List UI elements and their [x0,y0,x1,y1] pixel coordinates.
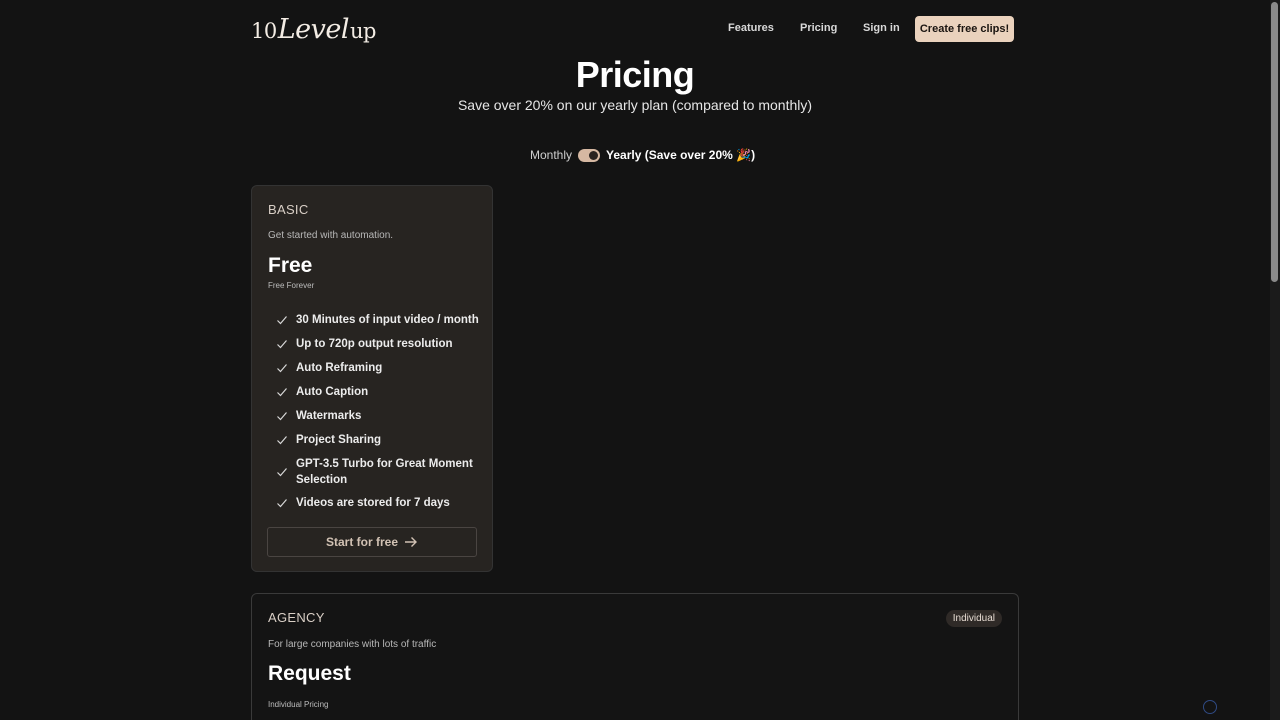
billing-toggle: Monthly Yearly (Save over 20% 🎉) [530,146,755,164]
page-subtitle: Save over 20% on our yearly plan (compar… [457,97,813,113]
yearly-label[interactable]: Yearly (Save over 20% 🎉) [606,148,755,162]
logo-prefix: 10 [251,19,277,43]
feature-item: 30 Minutes of input video / month [276,308,486,332]
plan-name: AGENCY [268,610,325,625]
chat-widget-icon[interactable] [1203,700,1217,714]
check-icon [277,436,287,445]
start-for-free-button[interactable]: Start for free [267,527,477,557]
scrollbar-thumb[interactable] [1271,2,1278,282]
check-icon [277,340,287,349]
plan-price-note: Free Forever [268,281,315,290]
feature-text: Videos are stored for 7 days [296,497,450,509]
brand-logo[interactable]: 10 Level up [251,14,376,45]
plan-price: Request [268,662,351,685]
arrow-right-icon [405,537,418,547]
nav-link-sign-in[interactable]: Sign in [863,22,900,34]
check-icon [277,316,287,325]
monthly-label[interactable]: Monthly [530,148,572,162]
feature-item: Watermarks [276,404,486,428]
feature-text: Watermarks [296,410,362,422]
check-icon [277,364,287,373]
create-free-clips-button[interactable]: Create free clips! [915,16,1014,42]
check-icon [277,388,287,397]
nav-link-pricing[interactable]: Pricing [800,22,837,34]
plan-price: Free [268,254,313,277]
feature-text: Project Sharing [296,434,381,446]
logo-suffix: up [350,19,376,43]
plan-badge: Individual [945,610,1002,627]
scrollbar[interactable] [1270,0,1280,720]
feature-text: 30 Minutes of input video / month [296,314,479,326]
page-title: Pricing [575,54,695,95]
feature-list: 30 Minutes of input video / month Up to … [276,308,486,515]
start-button-label: Start for free [325,535,399,549]
feature-item: GPT-3.5 Turbo for Great Moment Selection [276,452,486,491]
switch-knob [589,150,599,160]
billing-period-switch[interactable] [578,148,601,162]
feature-text: GPT-3.5 Turbo for Great Moment Selection [296,457,473,486]
plan-name: BASIC [268,202,309,217]
plan-description: Get started with automation. [268,230,394,241]
feature-item: Project Sharing [276,428,486,452]
plan-card-agency: AGENCY Individual For large companies wi… [251,593,1019,720]
feature-item: Videos are stored for 7 days [276,491,486,515]
feature-item: Auto Reframing [276,356,486,380]
feature-text: Auto Caption [296,386,369,398]
plan-description: For large companies with lots of traffic [268,639,437,650]
check-icon [277,499,287,508]
feature-item: Auto Caption [276,380,486,404]
logo-main: Level [277,14,350,45]
check-icon [277,412,287,421]
feature-item: Up to 720p output resolution [276,332,486,356]
plan-card-basic: BASIC Get started with automation. Free … [251,185,493,572]
check-icon [277,467,287,476]
nav-link-features[interactable]: Features [728,22,774,34]
plan-price-note: Individual Pricing [268,700,329,709]
feature-text: Auto Reframing [296,362,383,374]
feature-text: Up to 720p output resolution [296,338,453,350]
